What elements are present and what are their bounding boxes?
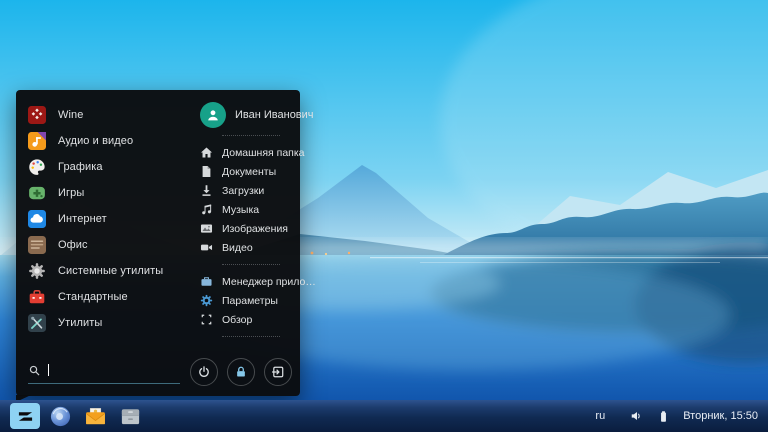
menu-category-utilities[interactable]: Утилиты — [28, 310, 196, 336]
power-button[interactable] — [190, 358, 218, 386]
menu-category-audio-video[interactable]: Аудио и видео — [28, 128, 196, 154]
wine-icon — [28, 106, 46, 124]
menu-item-label: Домашняя папка — [222, 147, 305, 159]
text-caret — [48, 364, 49, 376]
actions-list: Менеджер прило… Параметры — [200, 272, 300, 329]
menu-item-label: Музыка — [222, 204, 259, 216]
search-field[interactable] — [28, 363, 180, 384]
user-name: Иван Иванович — [235, 109, 314, 121]
places-list: Домашняя папка Документы Загрузки — [200, 143, 300, 257]
mail-icon — [84, 405, 107, 428]
category-label: Интернет — [58, 213, 107, 225]
utilities-icon — [28, 314, 46, 332]
menu-divider — [222, 336, 280, 337]
menu-item-music[interactable]: Музыка — [200, 200, 300, 219]
menu-item-settings[interactable]: Параметры — [200, 291, 300, 310]
menu-category-accessories[interactable]: Стандартные — [28, 284, 196, 310]
category-label: Системные утилиты — [58, 265, 163, 277]
settings-gear-icon — [200, 294, 213, 307]
image-icon — [200, 222, 213, 235]
app-menu-panel: Wine Аудио и видео Графика — [16, 90, 300, 396]
browser-launcher[interactable] — [45, 403, 75, 429]
category-label: Игры — [58, 187, 84, 199]
category-label: Офис — [58, 239, 88, 251]
menu-divider — [222, 135, 280, 136]
menu-category-graphics[interactable]: Графика — [28, 154, 196, 180]
menu-item-label: Изображения — [222, 223, 288, 235]
audio-video-icon — [28, 132, 46, 150]
menu-item-documents[interactable]: Документы — [200, 162, 300, 181]
taskbar: ru Вторник, 15:50 — [0, 400, 768, 432]
graphics-icon — [28, 158, 46, 176]
category-label: Аудио и видео — [58, 135, 133, 147]
music-icon — [200, 203, 213, 216]
download-icon — [200, 184, 213, 197]
session-buttons — [190, 358, 292, 386]
lock-button[interactable] — [227, 358, 255, 386]
overview-icon — [200, 313, 213, 326]
menu-item-software-manager[interactable]: Менеджер прило… — [200, 272, 300, 291]
search-input[interactable] — [56, 363, 180, 377]
menu-right-column: Иван Иванович Домашняя папка Документы — [200, 102, 300, 344]
video-icon — [200, 241, 213, 254]
battery-icon[interactable] — [657, 410, 670, 423]
menu-item-overview[interactable]: Обзор — [200, 310, 300, 329]
menu-item-label: Документы — [222, 166, 276, 178]
user-avatar-icon — [200, 102, 226, 128]
category-label: Wine — [58, 109, 83, 121]
taskbar-app-list — [10, 403, 145, 429]
menu-category-wine[interactable]: Wine — [28, 102, 196, 128]
desktop: Wine Аудио и видео Графика — [0, 0, 768, 432]
menu-divider — [222, 264, 280, 265]
menu-item-label: Параметры — [222, 295, 278, 307]
volume-icon[interactable] — [630, 409, 644, 423]
logout-icon — [271, 365, 285, 379]
menu-category-office[interactable]: Офис — [28, 232, 196, 258]
menu-item-label: Видео — [222, 242, 253, 254]
logout-button[interactable] — [264, 358, 292, 386]
menu-item-videos[interactable]: Видео — [200, 238, 300, 257]
file-manager-icon — [119, 405, 142, 428]
games-icon — [28, 184, 46, 202]
menu-item-label: Загрузки — [222, 185, 264, 197]
mail-launcher[interactable] — [80, 403, 110, 429]
browser-icon — [49, 405, 72, 428]
menu-category-internet[interactable]: Интернет — [28, 206, 196, 232]
user-account-item[interactable]: Иван Иванович — [200, 102, 300, 128]
menu-item-downloads[interactable]: Загрузки — [200, 181, 300, 200]
accessories-icon — [28, 288, 46, 306]
category-label: Утилиты — [58, 317, 102, 329]
menu-category-games[interactable]: Игры — [28, 180, 196, 206]
keyboard-layout-indicator[interactable]: ru — [595, 410, 605, 422]
system-utilities-icon — [28, 262, 46, 280]
lock-icon — [234, 365, 248, 379]
menu-category-system-utilities[interactable]: Системные утилиты — [28, 258, 196, 284]
file-manager-launcher[interactable] — [115, 403, 145, 429]
category-list: Wine Аудио и видео Графика — [28, 102, 196, 336]
clock[interactable]: Вторник, 15:50 — [683, 410, 758, 422]
menu-item-label: Обзор — [222, 314, 252, 326]
menu-item-pictures[interactable]: Изображения — [200, 219, 300, 238]
menu-item-home[interactable]: Домашняя папка — [200, 143, 300, 162]
zorin-menu-button[interactable] — [10, 403, 40, 429]
document-icon — [200, 165, 213, 178]
zorin-menu-icon — [17, 408, 34, 425]
software-manager-icon — [200, 275, 213, 288]
category-label: Графика — [58, 161, 103, 173]
office-icon — [28, 236, 46, 254]
home-icon — [200, 146, 213, 159]
internet-icon — [28, 210, 46, 228]
power-icon — [197, 365, 211, 379]
category-label: Стандартные — [58, 291, 128, 303]
search-icon — [28, 364, 41, 377]
taskbar-status-area: ru Вторник, 15:50 — [595, 409, 758, 423]
menu-item-label: Менеджер прило… — [222, 276, 316, 288]
